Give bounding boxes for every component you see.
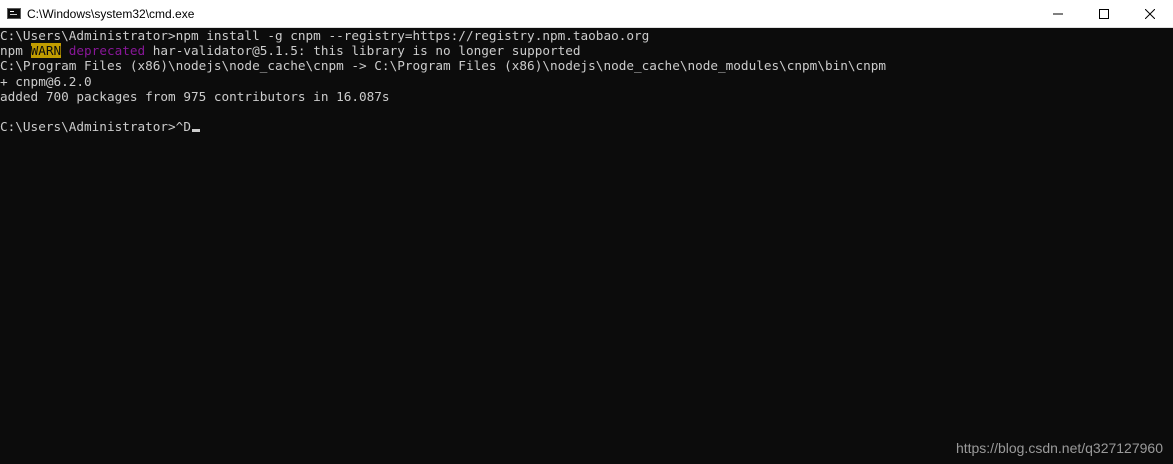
cmd-app-icon[interactable] [7,8,21,19]
maximize-button[interactable] [1081,0,1127,27]
text-cursor [191,129,200,133]
close-button[interactable] [1127,0,1173,27]
terminal-line: added 700 packages from 975 contributors… [0,89,1173,104]
warn-badge: WARN [30,43,62,59]
terminal-text: C:\Users\Administrator>npm install -g cn… [0,28,650,43]
window-controls [1035,0,1173,27]
terminal-line: C:\Users\Administrator>npm install -g cn… [0,28,1173,43]
terminal-text: npm [0,43,31,59]
terminal-text: C:\Users\Administrator>^D [0,119,191,135]
terminal-line: C:\Users\Administrator>^D [0,119,1173,134]
close-icon [1145,8,1155,19]
window-title: C:\Windows\system32\cmd.exe [27,6,195,21]
terminal-text: har-validator@5.1.5: this library is no … [145,43,581,59]
minimize-button[interactable] [1035,0,1081,27]
deprecated-label: deprecated [68,43,146,59]
title-bar[interactable]: C:\Windows\system32\cmd.exe [0,0,1173,28]
terminal-output[interactable]: C:\Users\Administrator>npm install -g cn… [0,28,1173,464]
terminal-text: + cnpm@6.2.0 [0,73,92,89]
terminal-line: C:\Program Files (x86)\nodejs\node_cache… [0,58,1173,73]
watermark: https://blog.csdn.net/q327127960 [955,440,1163,456]
terminal-line: npm WARN deprecated har-validator@5.1.5:… [0,43,1173,59]
terminal-line: + cnpm@6.2.0 [0,74,1173,89]
maximize-icon [1099,8,1109,19]
minimize-icon [1053,13,1063,14]
terminal-text: C:\Program Files (x86)\nodejs\node_cache… [0,58,887,74]
terminal-text: added 700 packages from 975 contributors… [0,88,390,104]
cmd-window: C:\Windows\system32\cmd.exe C:\Users\Adm… [0,0,1173,464]
